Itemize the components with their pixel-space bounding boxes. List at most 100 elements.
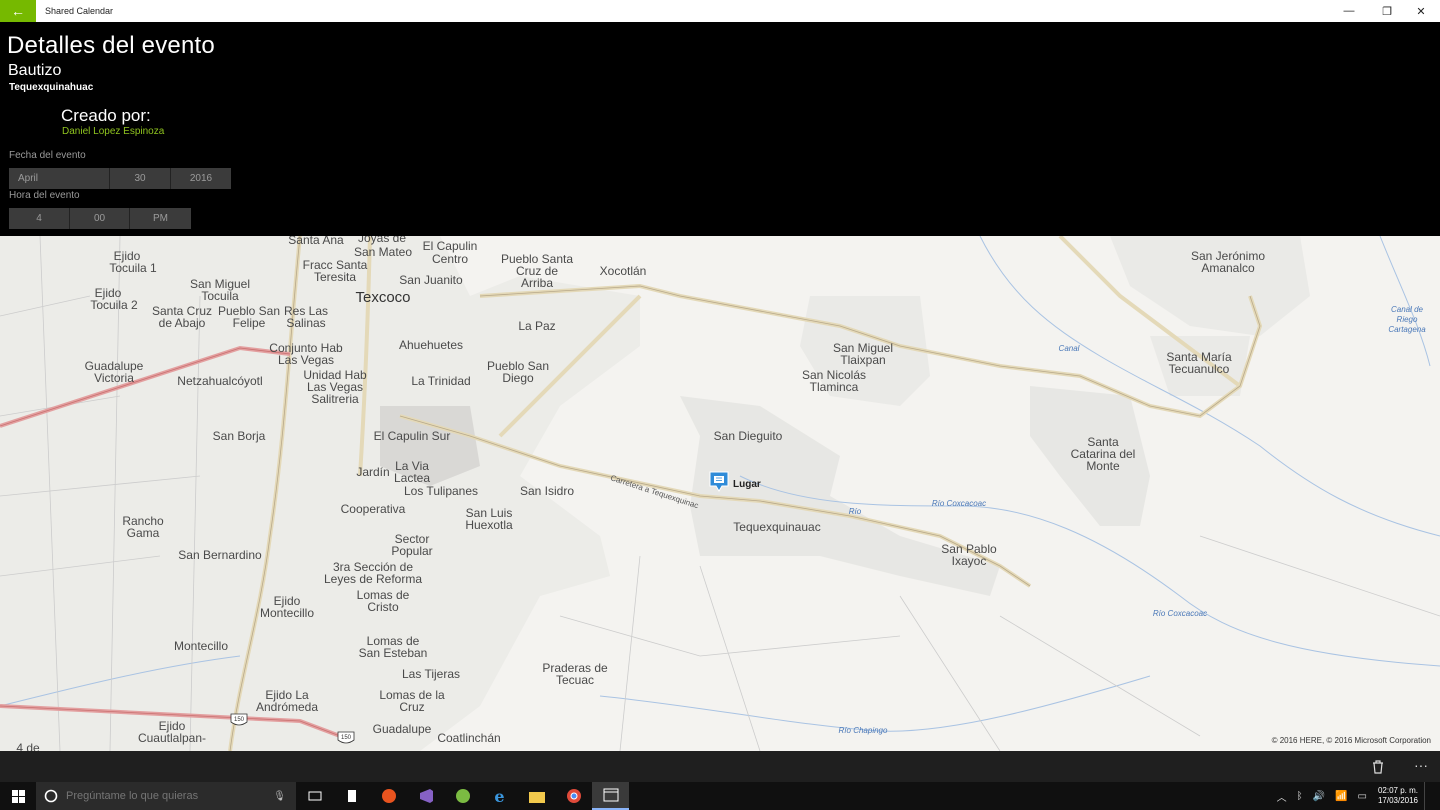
svg-text:150: 150 <box>234 717 245 723</box>
taskbar: 🎙 e ︿ ᛒ 🔊 📶 ▭ 02:07 p. m. 17/03/2016 <box>0 782 1440 810</box>
map-place-label: Victoria <box>94 371 134 385</box>
map-place-label: de Abajo <box>159 316 206 330</box>
minimize-button[interactable]: — <box>1332 0 1366 22</box>
search-input[interactable] <box>66 790 266 802</box>
map-place-label: Andrómeda <box>256 700 318 714</box>
app-orange-icon[interactable] <box>370 782 407 810</box>
map-place-label: La Trinidad <box>411 374 470 388</box>
file-explorer-icon[interactable] <box>518 782 555 810</box>
microphone-icon[interactable]: 🎙 <box>273 791 286 802</box>
title-bar: ← Shared Calendar — ❐ ✕ <box>0 0 1440 22</box>
tablet-icon[interactable] <box>333 782 370 810</box>
time-hour[interactable]: 4 <box>9 208 70 229</box>
map-place-label: Montecillo <box>260 606 314 620</box>
creator-name: Daniel Lopez Espinoza <box>62 126 165 137</box>
show-desktop-button[interactable] <box>1424 782 1440 810</box>
map-place-label: San Isidro <box>520 484 574 498</box>
delete-button[interactable] <box>1370 758 1386 776</box>
map-copyright: © 2016 HERE, © 2016 Microsoft Corporatio… <box>1271 736 1431 745</box>
time-ampm[interactable]: PM <box>130 208 191 229</box>
event-place: Tequexquinahuac <box>9 82 94 93</box>
map-place-label: Cooperativa <box>341 502 406 516</box>
map-place-label: Cristo <box>367 600 399 614</box>
visual-studio-icon[interactable] <box>407 782 444 810</box>
time-picker[interactable]: 4 00 PM <box>9 208 191 229</box>
map-place-label: Huexotla <box>465 518 513 532</box>
date-picker[interactable]: April 30 2016 <box>9 168 231 189</box>
clock[interactable]: 02:07 p. m. 17/03/2016 <box>1378 786 1418 806</box>
app-title: Shared Calendar <box>45 6 114 16</box>
date-month[interactable]: April <box>9 168 110 189</box>
map-place-label: Santa Ana <box>288 236 344 247</box>
event-details-panel: Detalles del evento Bautizo Tequexquinah… <box>0 22 1440 236</box>
svg-text:150: 150 <box>341 735 352 741</box>
map-place-label: Salitreria <box>311 392 359 406</box>
start-button[interactable] <box>0 782 36 810</box>
time-minute[interactable]: 00 <box>70 208 130 229</box>
shared-calendar-taskbar-icon[interactable] <box>592 782 629 810</box>
map-place-label: Cuautlalpan- <box>138 731 206 745</box>
map-place-label: El Capulin Sur <box>374 429 451 443</box>
volume-icon[interactable]: 🔊 <box>1313 791 1325 802</box>
map-place-label: Amanalco <box>1201 261 1255 275</box>
map-place-label: Arriba <box>521 276 553 290</box>
clock-time: 02:07 p. m. <box>1377 786 1418 795</box>
message-icon[interactable]: ▭ <box>1358 791 1367 802</box>
map-water-label: Río Coxcacoac <box>932 499 986 508</box>
maximize-icon: ❐ <box>1382 5 1392 18</box>
windows-logo-icon <box>11 789 25 803</box>
map-place-label: Tocuila 2 <box>90 298 138 312</box>
chrome-icon[interactable] <box>555 782 592 810</box>
map-place-label: Diego <box>502 371 534 385</box>
map-canvas[interactable]: 150 150 Carretera a Tequexquinac Santa A… <box>0 236 1440 751</box>
map-place-label: Tlaixpan <box>840 353 885 367</box>
map-place-label: Guadalupe <box>373 722 432 736</box>
map-place-label: Tecuac <box>556 673 594 687</box>
map-place-label: Salinas <box>286 316 325 330</box>
date-year[interactable]: 2016 <box>171 168 231 189</box>
cortana-search[interactable]: 🎙 <box>36 782 296 810</box>
edge-icon[interactable]: e <box>481 782 518 810</box>
page-title: Detalles del evento <box>7 32 215 59</box>
more-button[interactable]: ··· <box>1414 757 1428 773</box>
date-day[interactable]: 30 <box>110 168 171 189</box>
map-place-label: Xocotlán <box>600 264 647 278</box>
close-icon: ✕ <box>1416 5 1426 18</box>
map-place-label: Los Tulipanes <box>404 484 478 498</box>
minimize-icon: — <box>1343 5 1355 17</box>
map-place-label: Coatlinchán <box>437 731 500 745</box>
map-view[interactable]: 150 150 Carretera a Tequexquinac Santa A… <box>0 236 1440 751</box>
cortana-circle-icon <box>44 789 58 803</box>
map-place-label: Joyas de <box>358 236 406 245</box>
map-place-label: Ixayoc <box>952 554 987 568</box>
map-place-label: San Dieguito <box>714 429 783 443</box>
map-place-label: San Bernardino <box>178 548 262 562</box>
back-button[interactable]: ← <box>0 0 36 22</box>
close-button[interactable]: ✕ <box>1404 0 1438 22</box>
map-place-label: Leyes de Reforma <box>324 572 422 586</box>
chevron-up-icon[interactable]: ︿ <box>1277 789 1287 804</box>
map-place-label: Netzahualcóyotl <box>177 374 262 388</box>
map-place-label: San Borja <box>213 429 266 443</box>
map-place-label: Ahuehuetes <box>399 338 463 352</box>
back-arrow-icon: ← <box>11 3 25 19</box>
map-place-label: Tocuila 1 <box>109 261 157 275</box>
app-bar: ··· <box>0 751 1440 782</box>
map-place-label: El Capulin <box>423 239 478 253</box>
map-place-label: San Juanito <box>399 273 463 287</box>
time-label: Hora del evento <box>9 190 80 201</box>
map-place-label: Tequexquinauac <box>733 520 820 534</box>
map-water-label: Río Coxcacoac <box>1153 609 1207 618</box>
wifi-icon[interactable]: 📶 <box>1335 791 1347 802</box>
created-by-label: Creado por: <box>61 106 151 125</box>
map-place-label: La Paz <box>518 319 555 333</box>
map-place-label: Tlaminca <box>810 380 859 394</box>
map-place-label: Lactea <box>394 471 430 485</box>
android-studio-icon[interactable] <box>444 782 481 810</box>
map-place-label: Tecuanulco <box>1169 362 1230 376</box>
map-place-label: Felipe <box>233 316 266 330</box>
map-water-label: Canal <box>1059 344 1080 353</box>
task-view-icon[interactable] <box>296 782 333 810</box>
bluetooth-icon[interactable]: ᛒ <box>1297 791 1303 802</box>
maximize-button[interactable]: ❐ <box>1370 0 1404 22</box>
